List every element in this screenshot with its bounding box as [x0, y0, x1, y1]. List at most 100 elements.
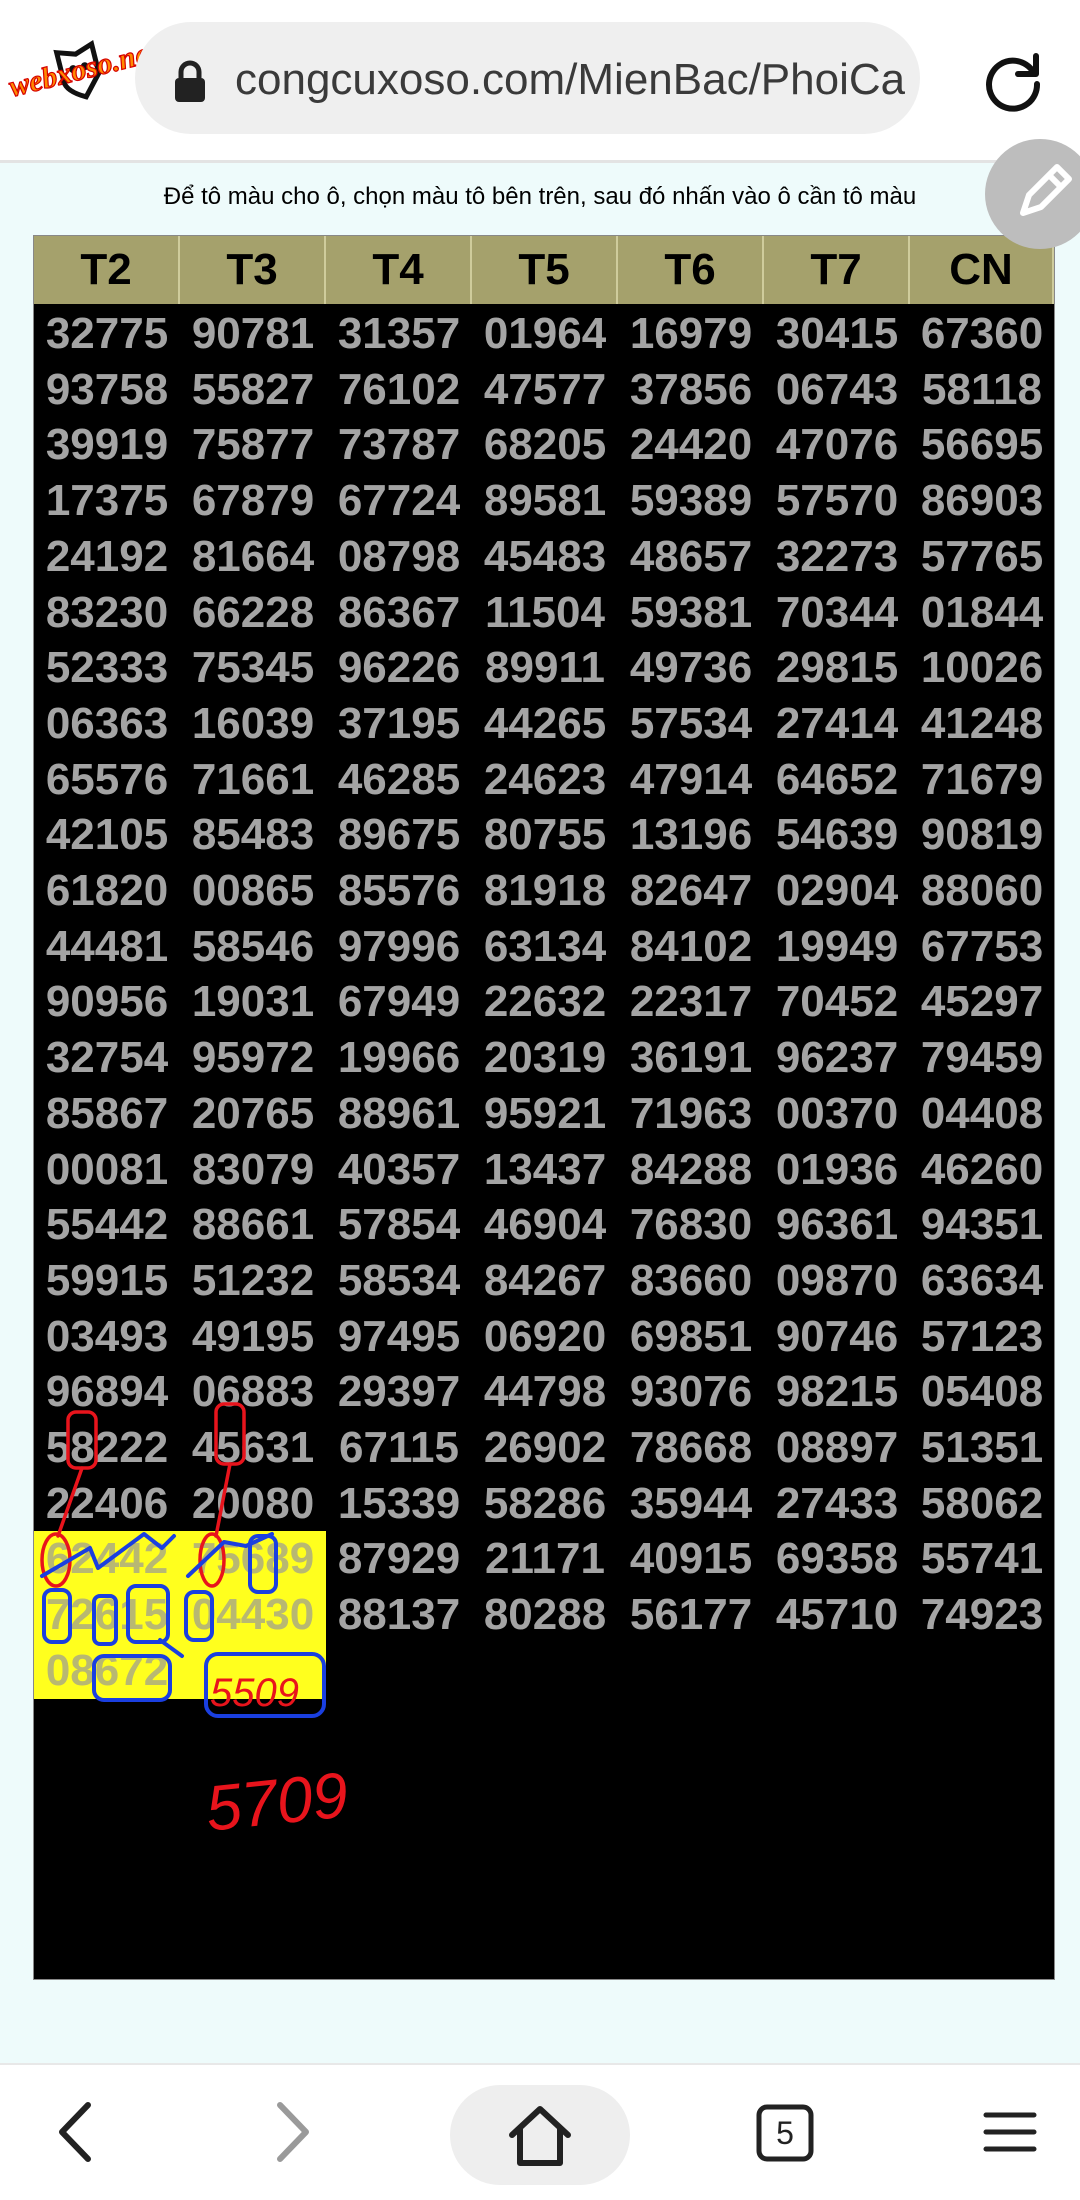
number-cell[interactable]: 94351 — [910, 1197, 1054, 1253]
number-cell[interactable]: 00081 — [34, 1142, 180, 1198]
number-cell[interactable]: 47914 — [618, 752, 764, 808]
number-cell[interactable]: 57570 — [764, 473, 910, 529]
number-cell[interactable]: 01936 — [764, 1142, 910, 1198]
number-cell[interactable]: 88961 — [326, 1086, 472, 1142]
number-cell[interactable]: 61820 — [34, 863, 180, 919]
number-cell[interactable]: 06743 — [764, 362, 910, 418]
number-cell[interactable]: 84102 — [618, 919, 764, 975]
number-cell[interactable]: 44265 — [472, 696, 618, 752]
number-cell[interactable]: 85483 — [180, 807, 326, 863]
number-cell[interactable]: 84288 — [618, 1142, 764, 1198]
number-cell[interactable]: 98215 — [764, 1364, 910, 1420]
tabs-button[interactable]: 5 — [755, 2065, 815, 2200]
number-cell[interactable]: 67753 — [910, 919, 1054, 975]
number-cell[interactable]: 89675 — [326, 807, 472, 863]
forward-icon[interactable] — [258, 2065, 328, 2200]
number-cell[interactable]: 08672 — [34, 1643, 180, 1699]
number-cell[interactable]: 55442 — [34, 1197, 180, 1253]
number-cell[interactable]: 65576 — [34, 752, 180, 808]
number-cell[interactable]: 66228 — [180, 585, 326, 641]
number-cell[interactable]: 02904 — [764, 863, 910, 919]
number-cell[interactable]: 96237 — [764, 1030, 910, 1086]
url-text[interactable]: congcuxoso.com/MienBac/PhoiCa — [235, 50, 905, 110]
number-cell[interactable]: 67949 — [326, 974, 472, 1030]
number-cell[interactable]: 55741 — [910, 1531, 1054, 1587]
number-cell[interactable]: 67879 — [180, 473, 326, 529]
number-cell[interactable]: 73787 — [326, 417, 472, 473]
number-cell[interactable]: 74923 — [910, 1587, 1054, 1643]
number-cell[interactable]: 72615 — [34, 1587, 180, 1643]
number-cell[interactable]: 95972 — [180, 1030, 326, 1086]
number-cell[interactable]: 69851 — [618, 1309, 764, 1365]
number-cell[interactable]: 82647 — [618, 863, 764, 919]
number-cell[interactable]: 40357 — [326, 1142, 472, 1198]
number-cell[interactable]: 96361 — [764, 1197, 910, 1253]
number-cell[interactable]: 55827 — [180, 362, 326, 418]
number-cell[interactable]: 58534 — [326, 1253, 472, 1309]
number-cell[interactable]: 22317 — [618, 974, 764, 1030]
number-cell[interactable]: 90781 — [180, 306, 326, 362]
number-cell[interactable]: 46260 — [910, 1142, 1054, 1198]
number-cell[interactable]: 87929 — [326, 1531, 472, 1587]
back-icon[interactable] — [40, 2065, 110, 2200]
menu-icon[interactable] — [980, 2065, 1040, 2200]
number-cell[interactable]: 84267 — [472, 1253, 618, 1309]
number-cell[interactable]: 05408 — [910, 1364, 1054, 1420]
number-cell[interactable]: 93076 — [618, 1364, 764, 1420]
number-cell[interactable]: 22406 — [34, 1476, 180, 1532]
number-cell[interactable]: 35944 — [618, 1476, 764, 1532]
number-cell[interactable]: 49195 — [180, 1309, 326, 1365]
number-cell[interactable]: 76830 — [618, 1197, 764, 1253]
number-cell[interactable]: 95921 — [472, 1086, 618, 1142]
number-cell[interactable]: 19949 — [764, 919, 910, 975]
number-cell[interactable]: 75689 — [180, 1531, 326, 1587]
color-picker-button[interactable] — [985, 139, 1080, 249]
number-cell[interactable] — [618, 1643, 764, 1699]
number-cell[interactable]: 46904 — [472, 1197, 618, 1253]
number-cell[interactable]: 49736 — [618, 640, 764, 696]
number-cell[interactable]: 58546 — [180, 919, 326, 975]
number-cell[interactable]: 67360 — [910, 306, 1054, 362]
number-cell[interactable]: 00865 — [180, 863, 326, 919]
number-cell[interactable]: 97996 — [326, 919, 472, 975]
number-cell[interactable]: 47577 — [472, 362, 618, 418]
number-cell[interactable]: 24192 — [34, 529, 180, 585]
number-cell[interactable]: 78668 — [618, 1420, 764, 1476]
number-cell[interactable]: 20319 — [472, 1030, 618, 1086]
number-cell[interactable]: 88060 — [910, 863, 1054, 919]
number-cell[interactable]: 01964 — [472, 306, 618, 362]
home-button[interactable] — [450, 2085, 630, 2185]
number-cell[interactable]: 32775 — [34, 306, 180, 362]
number-cell[interactable]: 85576 — [326, 863, 472, 919]
number-cell[interactable]: 30415 — [764, 306, 910, 362]
number-cell[interactable] — [180, 1643, 326, 1699]
number-cell[interactable]: 16979 — [618, 306, 764, 362]
number-cell[interactable]: 58222 — [34, 1420, 180, 1476]
number-cell[interactable]: 62442 — [34, 1531, 180, 1587]
number-cell[interactable]: 17375 — [34, 473, 180, 529]
number-cell[interactable]: 11504 — [472, 585, 618, 641]
number-cell[interactable]: 59389 — [618, 473, 764, 529]
number-cell[interactable]: 70344 — [764, 585, 910, 641]
number-cell[interactable]: 29815 — [764, 640, 910, 696]
number-cell[interactable]: 80755 — [472, 807, 618, 863]
number-cell[interactable]: 58118 — [910, 362, 1054, 418]
number-cell[interactable]: 51351 — [910, 1420, 1054, 1476]
number-cell[interactable]: 08798 — [326, 529, 472, 585]
number-cell[interactable] — [472, 1643, 618, 1699]
reload-icon[interactable] — [980, 48, 1046, 114]
number-cell[interactable]: 15339 — [326, 1476, 472, 1532]
number-cell[interactable]: 00370 — [764, 1086, 910, 1142]
number-cell[interactable]: 29397 — [326, 1364, 472, 1420]
number-cell[interactable]: 20080 — [180, 1476, 326, 1532]
number-cell[interactable]: 81664 — [180, 529, 326, 585]
number-cell[interactable]: 40915 — [618, 1531, 764, 1587]
number-cell[interactable]: 59381 — [618, 585, 764, 641]
number-cell[interactable]: 96894 — [34, 1364, 180, 1420]
number-cell[interactable] — [326, 1643, 472, 1699]
number-cell[interactable]: 71963 — [618, 1086, 764, 1142]
number-cell[interactable]: 71679 — [910, 752, 1054, 808]
number-cell[interactable]: 37195 — [326, 696, 472, 752]
number-cell[interactable]: 90819 — [910, 807, 1054, 863]
number-cell[interactable]: 44481 — [34, 919, 180, 975]
